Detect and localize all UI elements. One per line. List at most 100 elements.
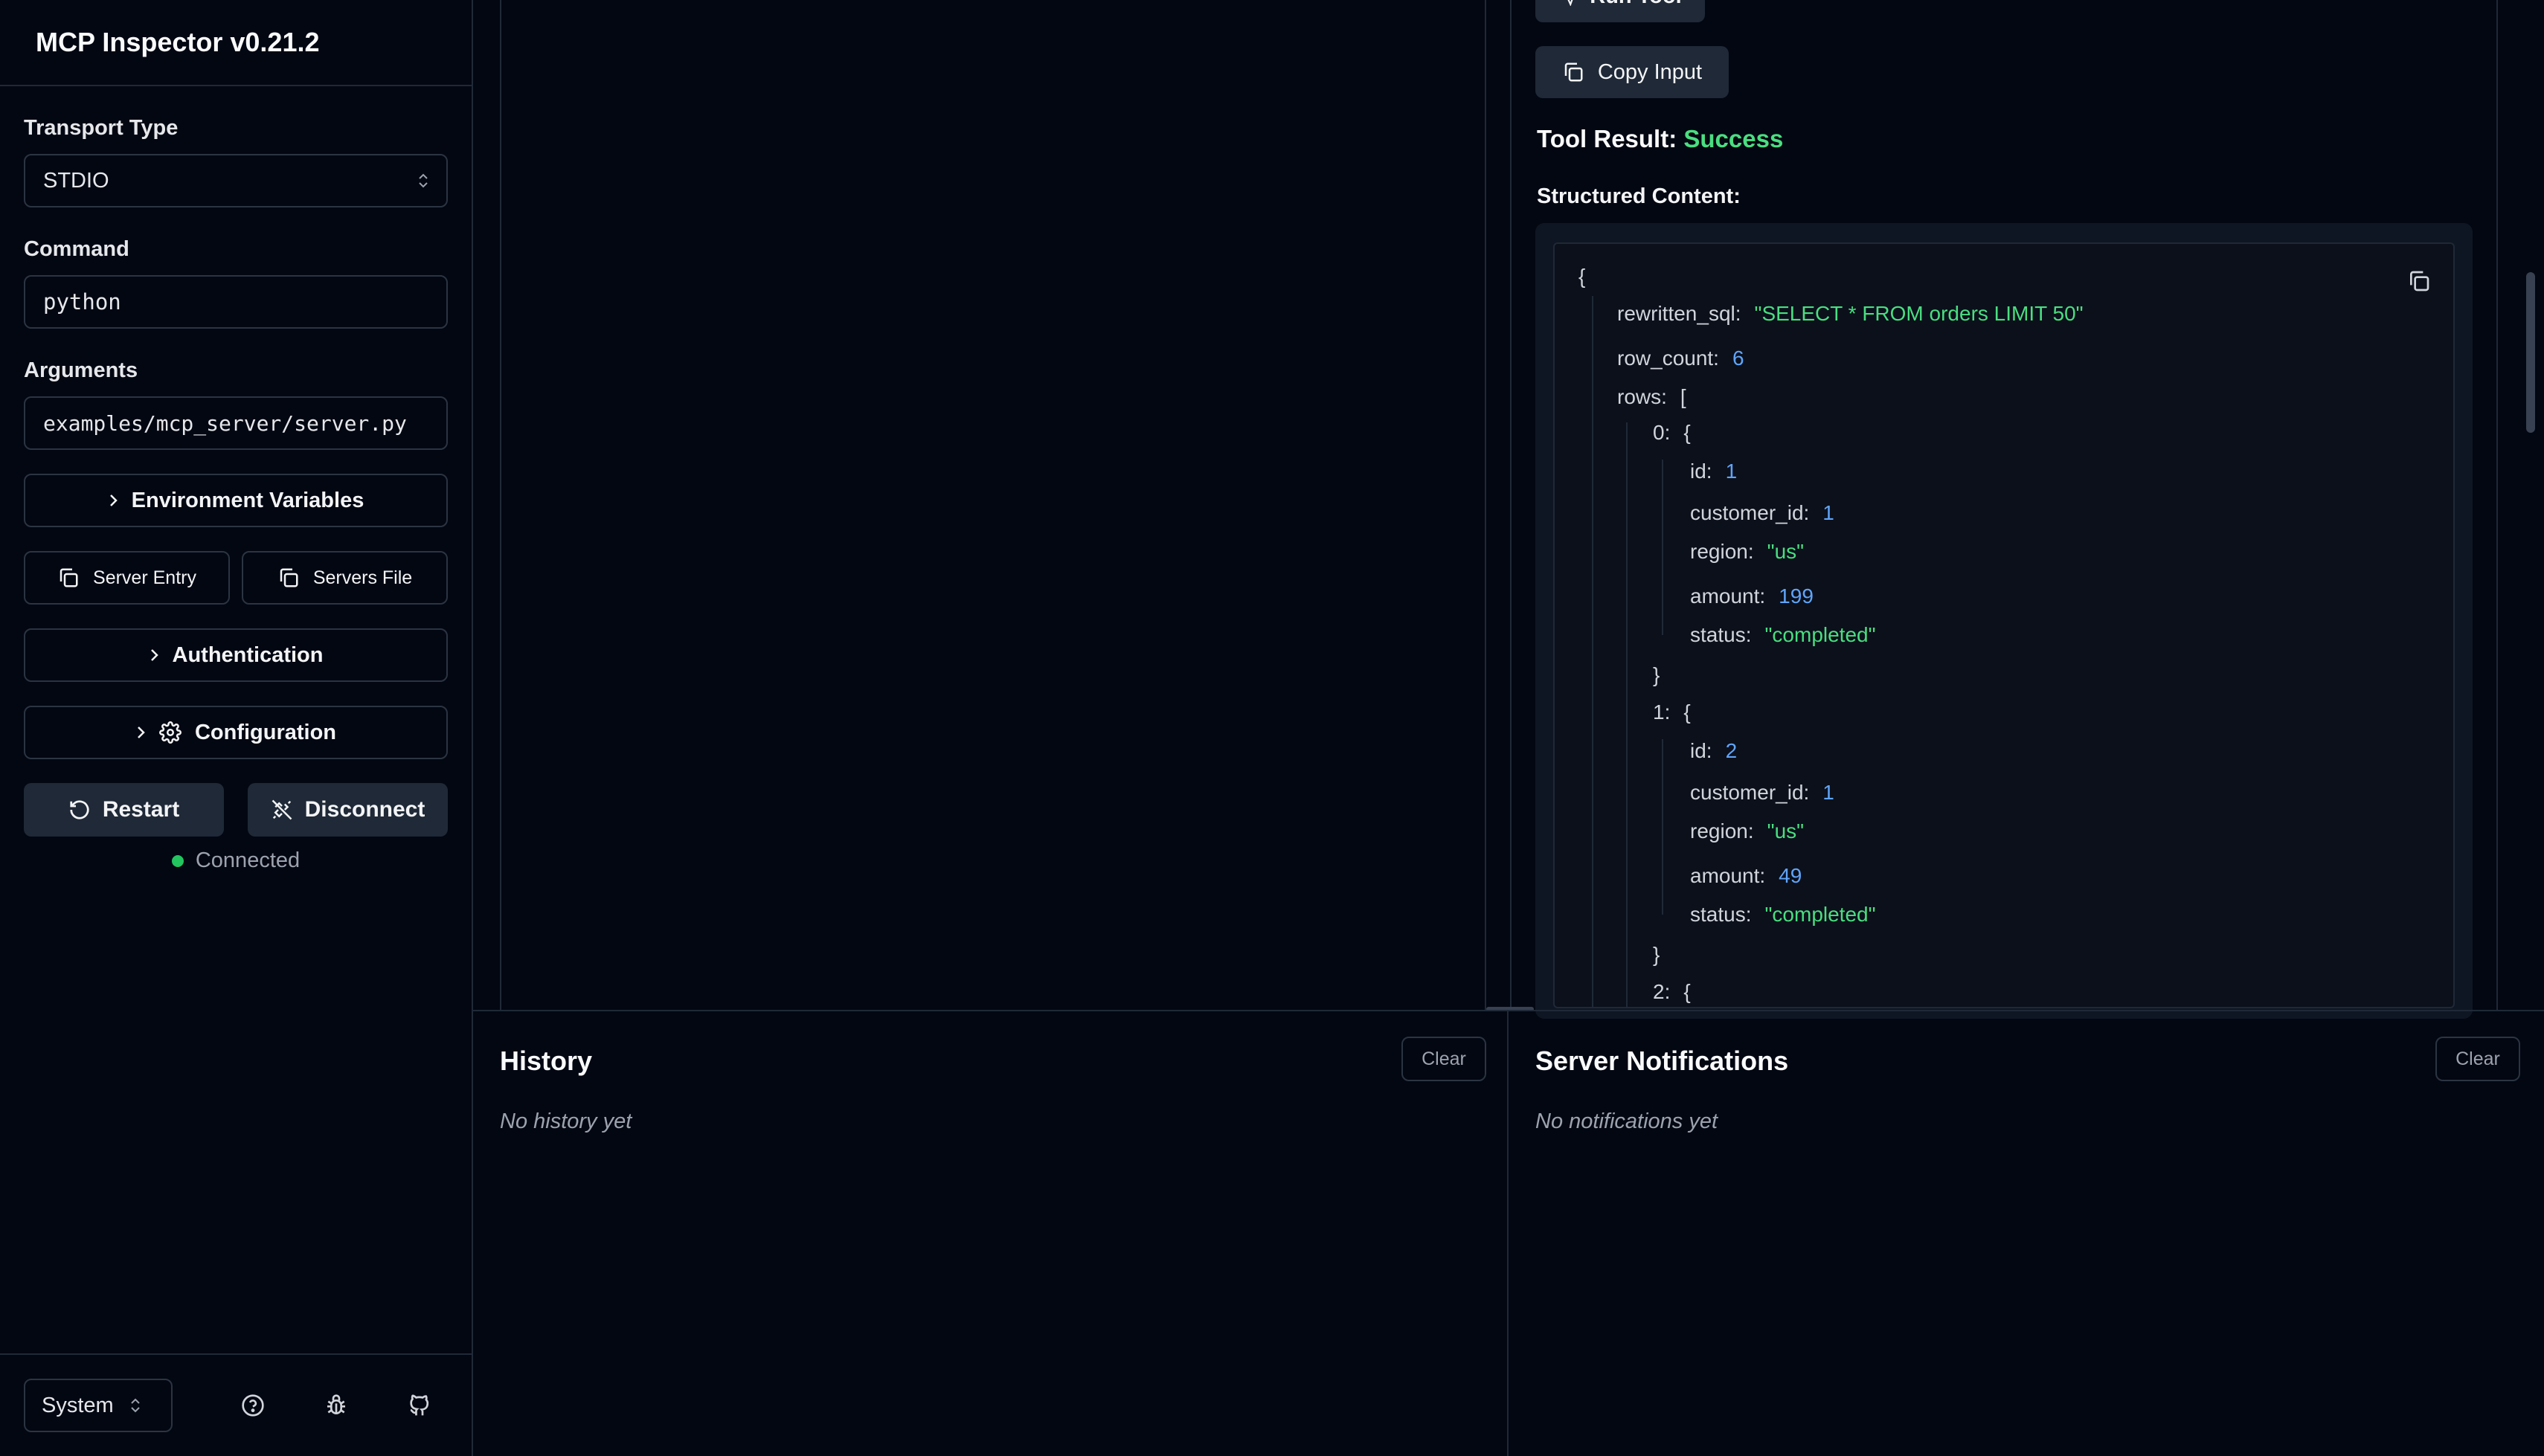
server-notifications-panel: Server Notifications Clear No notificati… (1509, 1010, 2544, 1456)
indent-guide (1662, 739, 1663, 915)
json-string-value: "SELECT * FROM orders LIMIT 50" (1754, 302, 2084, 325)
theme-value: System (42, 1393, 114, 1417)
json-number-value: 6 (1732, 347, 1744, 370)
server-entry-label: Server Entry (93, 567, 196, 588)
run-tool-button[interactable]: Run Tool (1535, 0, 1705, 22)
json-line-customer-id: customer_id: 1 (1690, 501, 1834, 525)
status-dot (171, 854, 184, 867)
json-key: row_count: (1617, 347, 1719, 370)
json-open-brace: { (1578, 265, 1586, 288)
environment-variables-label: Environment Variables (131, 488, 364, 512)
json-key: amount: (1690, 864, 1766, 887)
restart-button[interactable]: Restart (24, 783, 224, 837)
json-line-amount: amount: 49 (1690, 864, 1802, 888)
restart-label: Restart (102, 797, 180, 822)
json-key: region: (1690, 819, 1754, 843)
json-row-index: 0: { (1653, 421, 1691, 445)
json-line-id: id: 1 (1690, 460, 1737, 483)
json-number-value: 1 (1725, 460, 1738, 483)
clear-history-button[interactable]: Clear (1401, 1037, 1486, 1081)
configuration-label: Configuration (194, 720, 337, 744)
configuration-button[interactable]: Configuration (24, 706, 448, 759)
tool-result-heading: Tool Result: Success (1537, 125, 1783, 153)
json-key: rows: (1617, 385, 1667, 408)
bug-icon[interactable] (324, 1394, 348, 1417)
chevron-up-down-icon (418, 173, 428, 189)
json-row-index: 1: { (1653, 700, 1691, 724)
json-string-value: "us" (1767, 540, 1805, 563)
servers-file-label: Servers File (312, 567, 413, 588)
json-key: status: (1690, 623, 1752, 646)
transport-type-select[interactable]: STDIO (24, 154, 448, 207)
json-line-region: region: "us" (1690, 819, 1804, 843)
indent-guide (1592, 296, 1593, 1007)
json-key: id: (1690, 739, 1712, 762)
connection-status: Connected (24, 848, 448, 873)
json-bracket: { (1683, 700, 1691, 724)
history-empty-text: No history yet (500, 1109, 632, 1133)
arguments-input[interactable]: examples/mcp_server/server.py (24, 396, 448, 450)
json-line-status: status: "completed" (1690, 623, 1876, 647)
connection-form: Transport Type STDIO Command python Argu… (0, 86, 472, 873)
tool-result-label: Tool Result: (1537, 125, 1677, 152)
json-key: status: (1690, 903, 1752, 926)
environment-variables-button[interactable]: Environment Variables (24, 474, 448, 527)
json-number-value: 1 (1822, 501, 1834, 524)
servers-file-button[interactable]: Servers File (242, 551, 448, 605)
history-panel: History Clear No history yet (473, 1010, 1509, 1456)
help-icon[interactable] (241, 1394, 265, 1417)
copy-icon (1562, 61, 1584, 83)
history-title: History (500, 1046, 593, 1076)
json-key: rewritten_sql: (1617, 302, 1741, 325)
json-key: 1: (1653, 700, 1671, 724)
authentication-label: Authentication (172, 642, 324, 667)
server-entry-button[interactable]: Server Entry (24, 551, 230, 605)
chevron-right-icon (108, 492, 118, 509)
json-key: customer_id: (1690, 781, 1810, 804)
copy-icon[interactable] (2407, 269, 2431, 293)
status-text: Connected (195, 848, 301, 872)
json-key: customer_id: (1690, 501, 1810, 524)
notifications-title: Server Notifications (1535, 1046, 1789, 1076)
json-key: id: (1690, 460, 1712, 483)
json-bracket: { (1683, 421, 1691, 444)
restart-icon (68, 799, 91, 821)
json-key: region: (1690, 540, 1754, 563)
chevron-up-down-icon (130, 1397, 141, 1414)
structured-content-label: Structured Content: (1537, 184, 1741, 208)
json-close-brace: } (1653, 663, 1660, 686)
json-number-value: 2 (1725, 739, 1738, 762)
json-number-value: 199 (1779, 584, 1814, 608)
app-root: MCP Inspector v0.21.2 Transport Type STD… (0, 0, 2544, 1456)
json-row-index: 2: { (1653, 980, 1691, 1004)
json-close-brace: } (1653, 943, 1660, 966)
tool-result-status: Success (1683, 125, 1784, 152)
tools-list-panel (500, 0, 1486, 1010)
arguments-value: examples/mcp_server/server.py (43, 410, 407, 436)
json-key: amount: (1690, 584, 1766, 608)
authentication-button[interactable]: Authentication (24, 628, 448, 682)
copy-icon (57, 567, 80, 589)
json-key: 2: (1653, 980, 1671, 1003)
github-icon[interactable] (408, 1394, 431, 1417)
json-viewer[interactable]: { rewritten_sql: "SELECT * FROM orders LI… (1553, 242, 2455, 1008)
json-line-rows: rows: [ (1617, 385, 1686, 409)
chevron-right-icon (149, 647, 159, 663)
clear-notifications-button[interactable]: Clear (2435, 1037, 2520, 1081)
json-string-value: "us" (1767, 819, 1805, 843)
sidebar-header: MCP Inspector v0.21.2 (0, 0, 472, 86)
sidebar-footer: System (0, 1353, 472, 1456)
theme-select[interactable]: System (24, 1379, 173, 1432)
command-value: python (43, 289, 121, 315)
indent-guide (1662, 460, 1663, 635)
disconnect-label: Disconnect (304, 797, 425, 822)
unplug-icon (271, 799, 293, 821)
sidebar: MCP Inspector v0.21.2 Transport Type STD… (0, 0, 473, 1456)
disconnect-button[interactable]: Disconnect (248, 783, 448, 837)
app-title: MCP Inspector v0.21.2 (36, 27, 320, 57)
json-bracket: { (1683, 980, 1691, 1003)
command-label: Command (24, 237, 129, 261)
copy-input-button[interactable]: Copy Input (1535, 46, 1729, 98)
command-input[interactable]: python (24, 275, 448, 329)
vertical-scrollbar[interactable] (2526, 272, 2535, 433)
